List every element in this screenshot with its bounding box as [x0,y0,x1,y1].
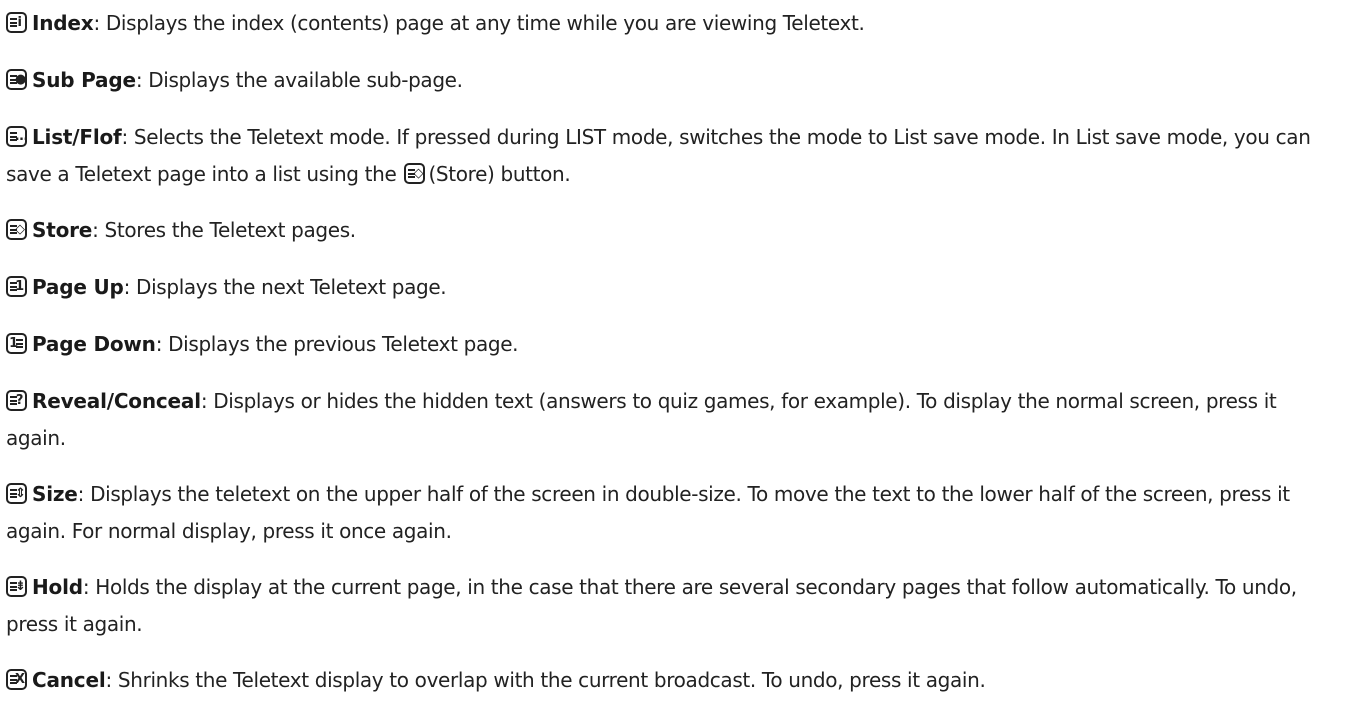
entry-cancel: X Cancel: Shrinks the Teletext display to… [6,662,1336,699]
entry-list-flof: … List/Flof: Selects the Teletext mode. I… [6,119,1336,193]
entry-size: ⇕ Size: Displays the teletext on the uppe… [6,476,1336,550]
entry-sub-page: ● Sub Page: Displays the available sub-pa… [6,62,1336,99]
term-page-up: Page Up [32,275,124,299]
teletext-button-descriptions: i Index: Displays the index (contents) pa… [0,0,1349,704]
desc-page-down: : Displays the previous Teletext page. [155,332,519,356]
store-icon: ◇ [6,219,27,240]
term-size: Size [32,482,78,506]
term-store: Store [32,218,93,242]
term-page-down: Page Down [32,332,156,356]
page-up-icon: 1 [6,276,27,297]
hold-icon: ⇟ [6,576,27,597]
term-sub-page: Sub Page [32,68,136,92]
entry-page-down: 1 Page Down: Displays the previous Telete… [6,326,1336,363]
entry-page-up: 1 Page Up: Displays the next Teletext pag… [6,269,1336,306]
cancel-icon: X [6,669,27,690]
desc-cancel: : Shrinks the Teletext display to overla… [105,668,986,692]
term-reveal-conceal: Reveal/Conceal [32,389,201,413]
sub-page-icon: ● [6,69,27,90]
term-list-flof: List/Flof [32,125,122,149]
desc-sub-page: : Displays the available sub-page. [135,68,463,92]
desc-index: : Displays the index (contents) page at … [93,11,865,35]
desc-store: : Stores the Teletext pages. [92,218,356,242]
term-index: Index [32,11,94,35]
store-icon: ◇ [404,163,426,184]
term-cancel: Cancel [32,668,106,692]
page-down-icon: 1 [6,333,27,354]
size-icon: ⇕ [6,483,27,504]
reveal-conceal-icon: ? [6,390,27,411]
entry-hold: ⇟ Hold: Holds the display at the current … [6,569,1336,643]
term-hold: Hold [32,575,83,599]
desc-list-flof-part2: (Store) button. [428,162,571,186]
entry-reveal-conceal: ? Reveal/Conceal: Displays or hides the h… [6,383,1336,457]
entry-index: i Index: Displays the index (contents) pa… [6,5,1336,42]
desc-hold: : Holds the display at the current page,… [6,575,1297,636]
desc-list-flof-part1: : Selects the Teletext mode. If pressed … [6,125,1311,186]
index-icon: i [6,12,27,33]
desc-page-up: : Displays the next Teletext page. [123,275,447,299]
entry-store: ◇ Store: Stores the Teletext pages. [6,212,1336,249]
desc-size: : Displays the teletext on the upper hal… [6,482,1290,543]
list-flof-icon: … [6,126,27,147]
